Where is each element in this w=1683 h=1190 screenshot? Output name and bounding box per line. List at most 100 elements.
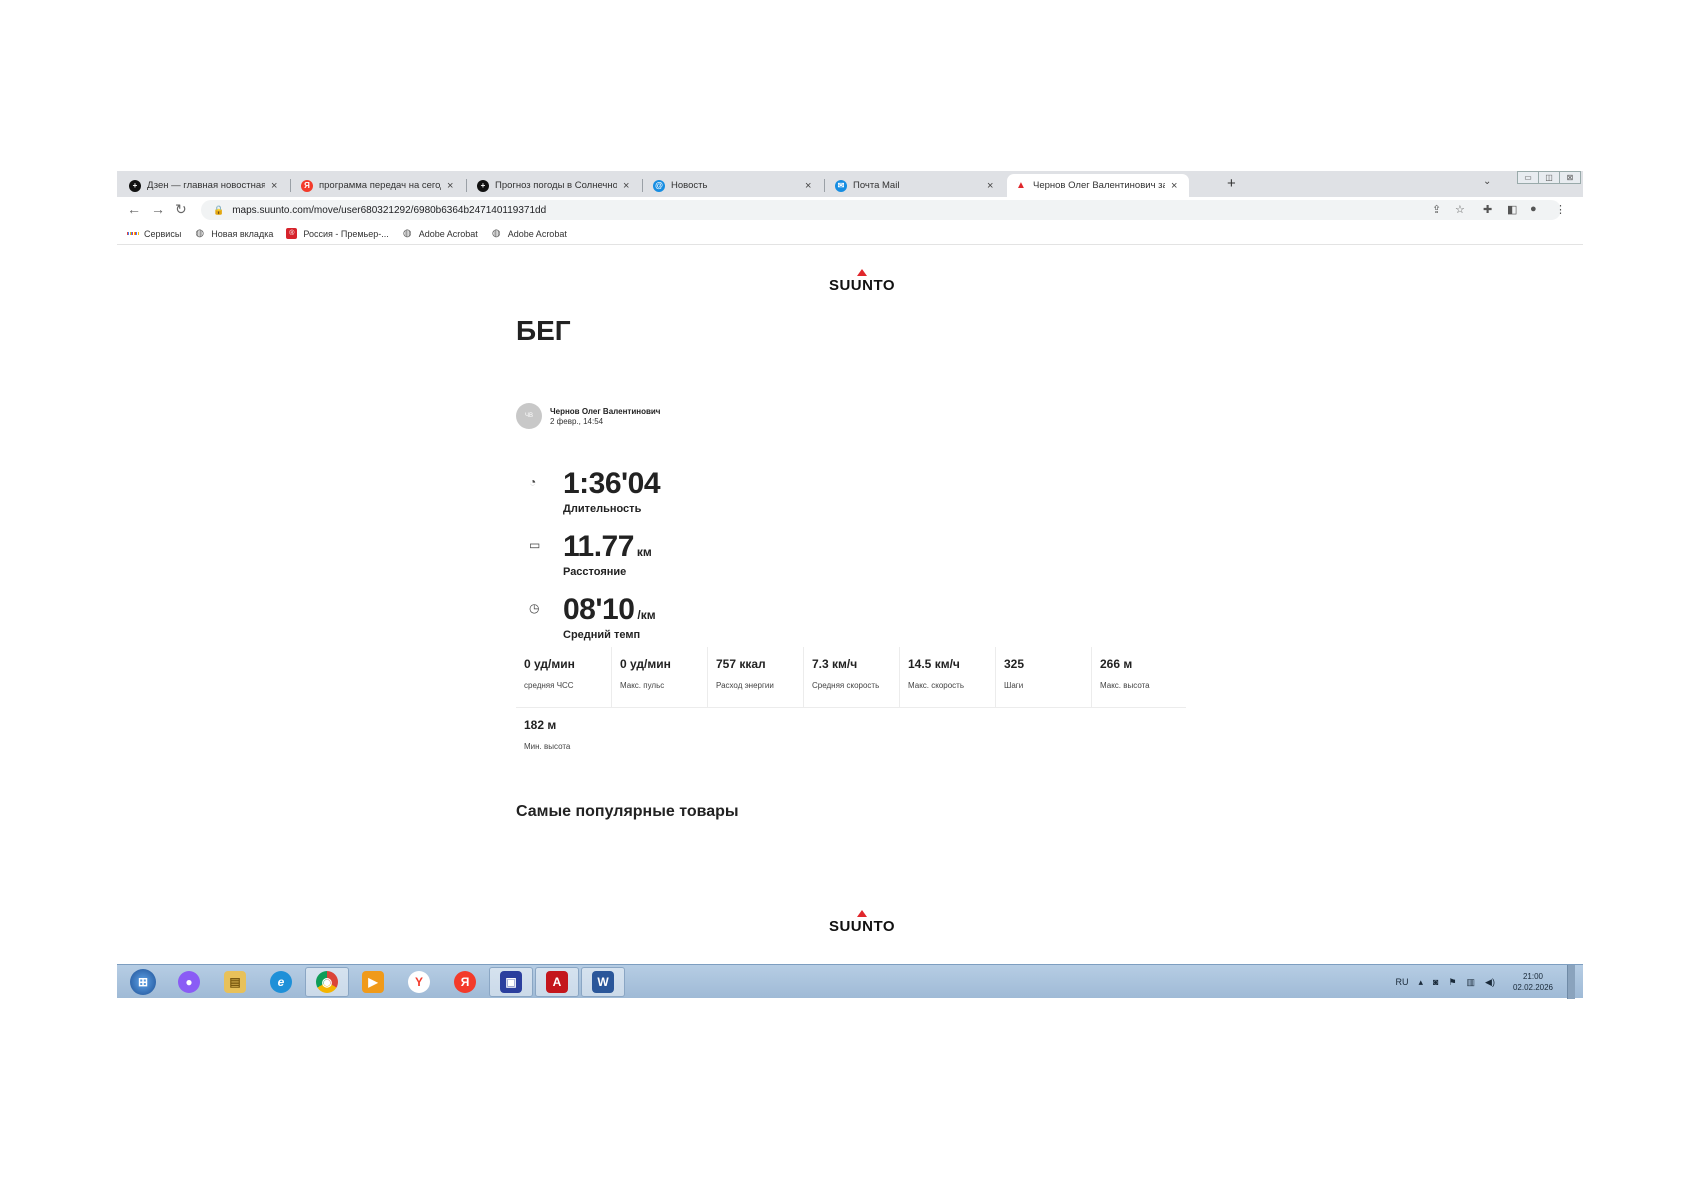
- dzen-icon: +: [477, 179, 489, 192]
- word-app[interactable]: W: [581, 967, 625, 997]
- tab-weather[interactable]: + Прогноз погоды в Солнечногорс ×: [469, 174, 641, 197]
- profile-icon[interactable]: ●: [1530, 203, 1537, 215]
- word-icon: W: [592, 971, 614, 993]
- suunto-triangle-icon: ▲: [1016, 180, 1026, 191]
- forward-arrow-icon[interactable]: →: [151, 201, 165, 217]
- tab-title: программа передач на сегодня: [319, 180, 441, 191]
- stat-label: Шаги: [1004, 681, 1024, 690]
- side-panel-icon[interactable]: ◧: [1507, 203, 1517, 216]
- tab-dzen-news[interactable]: + Дзен — главная новостная инф ×: [121, 174, 289, 197]
- flag-icon[interactable]: ⚑: [1448, 977, 1456, 988]
- extensions-icon[interactable]: ✚: [1483, 203, 1492, 216]
- restore-button[interactable]: ◫: [1538, 171, 1560, 184]
- reload-icon[interactable]: ↻: [175, 201, 187, 218]
- media-app[interactable]: ▶: [351, 967, 395, 997]
- globe-icon: ◍: [402, 228, 412, 239]
- stats-row: 182 м Мин. высота: [516, 708, 1206, 769]
- globe-icon: ◍: [195, 228, 205, 239]
- system-tray: RU ▴ ◙ ⚑ ▥ ◀) 21:00 02.02.2026: [1385, 965, 1575, 999]
- ruler-icon: ▭: [529, 538, 541, 552]
- close-icon[interactable]: ×: [271, 180, 281, 192]
- tab-search-chevron-icon[interactable]: ⌄: [1483, 176, 1491, 187]
- stat-label: средняя ЧСС: [524, 681, 574, 690]
- stat-value: 0 уд/мин: [524, 657, 575, 671]
- chrome-icon: ◉: [316, 971, 338, 993]
- stat-label: Макс. высота: [1100, 681, 1150, 690]
- minimize-button[interactable]: ▭: [1517, 171, 1539, 184]
- network-icon[interactable]: ▥: [1467, 977, 1476, 988]
- stat-value: 0 уд/мин: [620, 657, 671, 671]
- avatar[interactable]: ЧВ: [516, 403, 542, 429]
- close-icon[interactable]: ×: [447, 180, 457, 192]
- back-arrow-icon[interactable]: ←: [127, 201, 141, 217]
- stats-grid: 0 уд/мин средняя ЧСС 0 уд/мин Макс. пульс …: [516, 647, 1206, 769]
- menu-dots-icon[interactable]: ⋮: [1555, 203, 1566, 216]
- acrobat-app[interactable]: A: [535, 967, 579, 997]
- footer-suunto-logo[interactable]: SUUNTO: [817, 910, 907, 935]
- stat-energy: 757 ккал Расход энергии: [708, 647, 804, 708]
- close-icon[interactable]: ×: [1171, 180, 1181, 192]
- yandex-app[interactable]: Я: [443, 967, 487, 997]
- clock[interactable]: 21:00 02.02.2026: [1513, 971, 1553, 993]
- bookmark-services[interactable]: Сервисы: [127, 228, 181, 239]
- yandex-browser-app[interactable]: Y: [397, 967, 441, 997]
- tray-expand-icon[interactable]: ▴: [1418, 977, 1423, 988]
- save-app[interactable]: ▣: [489, 967, 533, 997]
- tab-strip: + Дзен — главная новостная инф × Я прогр…: [117, 171, 1583, 197]
- dzen-icon: +: [129, 179, 141, 192]
- star-icon[interactable]: ☆: [1455, 203, 1465, 216]
- close-icon[interactable]: ×: [805, 180, 815, 192]
- close-icon[interactable]: ×: [623, 180, 633, 192]
- tab-title: Почта Mail: [853, 180, 900, 191]
- popular-products-heading: Самые популярные товары: [516, 803, 739, 820]
- tab-separator: [290, 179, 291, 192]
- chrome-app[interactable]: ◉: [305, 967, 349, 997]
- tab-mail[interactable]: ✉ Почта Mail ×: [827, 174, 1005, 197]
- bookmark-label: Россия - Премьер-...: [303, 228, 389, 239]
- clock-time: 21:00: [1522, 972, 1543, 981]
- activity-title: БЕГ: [516, 315, 571, 346]
- ie-app[interactable]: e: [259, 967, 303, 997]
- tab-title: Чернов Олег Валентинович зан: [1033, 180, 1165, 191]
- stat-value: 14.5 км/ч: [908, 657, 960, 671]
- suunto-triangle-icon: [857, 269, 867, 276]
- logo-wordmark: SUUNTO: [828, 918, 896, 935]
- volume-icon[interactable]: ◀): [1485, 977, 1495, 988]
- close-icon[interactable]: ×: [987, 180, 997, 192]
- stat-steps: 325 Шаги: [996, 647, 1092, 708]
- camera-icon[interactable]: ◙: [1433, 977, 1438, 987]
- show-desktop-button[interactable]: [1567, 965, 1575, 999]
- bookmark-adobe-acrobat-2[interactable]: ◍ Adobe Acrobat: [491, 228, 567, 239]
- stat-value: 7.3 км/ч: [812, 657, 858, 671]
- tab-tv-program[interactable]: Я программа передач на сегодня ×: [293, 174, 465, 197]
- new-tab-button[interactable]: +: [1227, 175, 1236, 192]
- bookmark-adobe-acrobat-1[interactable]: ◍ Adobe Acrobat: [402, 228, 478, 239]
- stat-label: Макс. пульс: [620, 681, 665, 690]
- close-window-button[interactable]: ⊠: [1559, 171, 1581, 184]
- tab-title: Прогноз погоды в Солнечногорс: [495, 180, 617, 191]
- bookmark-russia-premier[interactable]: ® Россия - Премьер-...: [286, 228, 389, 239]
- floppy-disk-icon: ▣: [500, 971, 522, 993]
- explorer-app[interactable]: ▤: [213, 967, 257, 997]
- bookmarks-bar: Сервисы ◍ Новая вкладка ® Россия - Премь…: [117, 223, 1583, 245]
- metric-label: Длительность: [563, 503, 642, 515]
- tab-news[interactable]: @ Новость ×: [645, 174, 823, 197]
- user-name[interactable]: Чернов Олег Валентинович: [550, 407, 660, 416]
- tab-suunto-active[interactable]: ▲ Чернов Олег Валентинович зан ×: [1007, 174, 1189, 197]
- start-button[interactable]: ⊞: [121, 967, 165, 997]
- tab-title: Новость: [671, 180, 708, 191]
- acrobat-icon: A: [546, 971, 568, 993]
- bookmark-new-tab[interactable]: ◍ Новая вкладка: [194, 228, 273, 239]
- clock-date: 02.02.2026: [1512, 983, 1553, 992]
- stopwatch-icon: ◔: [529, 475, 537, 489]
- metric-value: 1:36'04: [563, 467, 661, 500]
- suunto-triangle-icon: [857, 910, 867, 917]
- windows-taskbar: ⊞ ● ▤ e ◉ ▶ Y Я ▣ A W RU ▴ ◙ ⚑ ▥ ◀) 21:0…: [117, 964, 1583, 999]
- globe-icon: ◍: [491, 228, 501, 239]
- suunto-logo[interactable]: SUUNTO: [817, 269, 907, 294]
- alice-app[interactable]: ●: [167, 967, 211, 997]
- yandex-icon: Я: [301, 179, 313, 192]
- share-icon[interactable]: ⇪: [1432, 203, 1441, 216]
- address-bar[interactable]: 🔒 maps.suunto.com/move/user680321292/698…: [201, 200, 1561, 220]
- language-indicator[interactable]: RU: [1395, 977, 1408, 987]
